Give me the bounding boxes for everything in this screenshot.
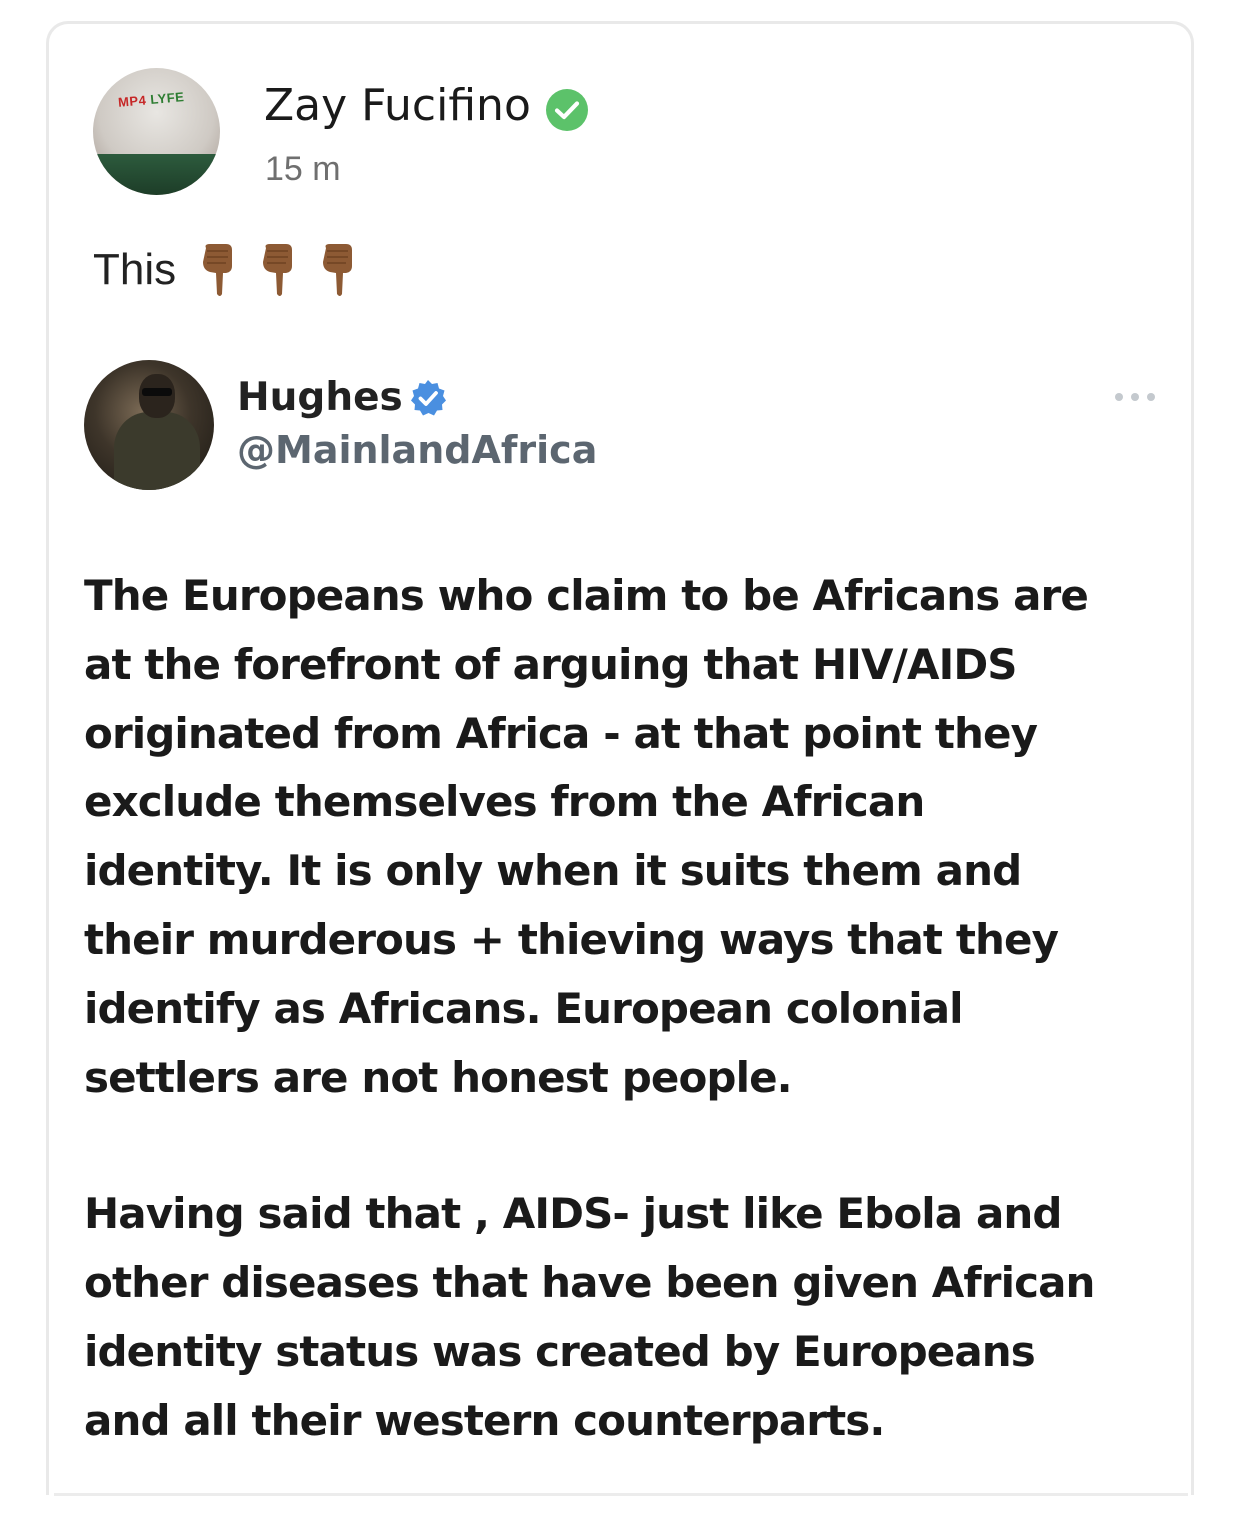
- more-options-icon[interactable]: [1112, 387, 1158, 407]
- pointing-down-emoji-icon: [323, 244, 353, 296]
- verified-badge-icon: [546, 89, 588, 131]
- quoted-paragraph: Having said that , AIDS- just like Ebola…: [84, 1189, 1095, 1445]
- post-text-content: This: [93, 245, 177, 294]
- author-avatar[interactable]: MP4 LYFE: [93, 68, 220, 195]
- author-name[interactable]: Zay Fucifino: [264, 80, 531, 131]
- post-timestamp: 15 m: [265, 150, 341, 188]
- pointing-down-emoji-icon: [203, 244, 233, 296]
- verified-badge-icon: [411, 380, 446, 416]
- card-divider: [54, 1493, 1188, 1496]
- quoted-paragraph: The Europeans who claim to be Africans a…: [84, 571, 1089, 1102]
- quoted-author-handle[interactable]: @MainlandAfrica: [237, 428, 597, 472]
- pointing-down-emoji-icon: [263, 244, 293, 296]
- avatar-cap-brim: [93, 154, 220, 195]
- avatar-cap-logo: MP4 LYFE: [117, 89, 185, 110]
- quoted-tweet-body: The Europeans who claim to be Africans a…: [84, 562, 1159, 1456]
- quoted-author-name[interactable]: Hughes: [237, 375, 403, 420]
- post-text: This: [93, 240, 378, 300]
- quoted-author-avatar[interactable]: [84, 360, 214, 490]
